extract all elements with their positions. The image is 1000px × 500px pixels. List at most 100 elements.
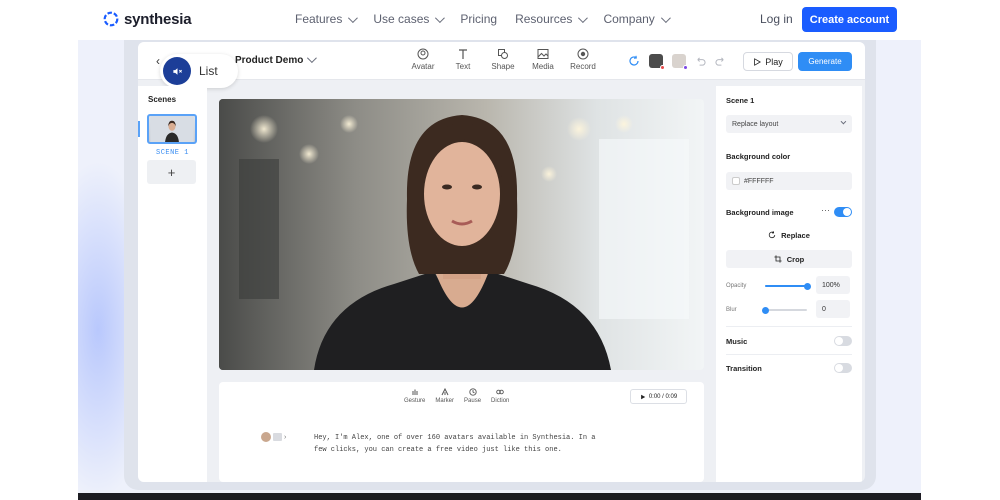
nav-link-label: Resources [515, 12, 573, 26]
tool-diction[interactable]: Diction [491, 388, 509, 404]
opacity-slider[interactable] [765, 282, 811, 290]
background-color-field[interactable]: #FFFFFF [726, 172, 852, 190]
chevron-down-icon [435, 12, 446, 23]
nav-use-cases[interactable]: Use cases [373, 12, 446, 26]
blur-slider[interactable] [761, 306, 807, 314]
play-icon [754, 57, 762, 66]
background-image-toggle[interactable] [834, 207, 852, 217]
sync-icon[interactable] [628, 55, 640, 67]
divider [726, 326, 852, 327]
tool-record[interactable]: Record [570, 48, 596, 71]
language-flag-icon [273, 433, 282, 441]
play-label: Play [765, 56, 783, 67]
editor-toolbar: Avatar Text Shape Media Record [410, 48, 596, 71]
nav-link-label: Features [295, 12, 343, 26]
hero-section: ‹ Product Demo Avatar Text Shape Media R… [78, 40, 921, 500]
brand-logo[interactable]: synthesia [102, 10, 192, 28]
tool-label: Marker [435, 398, 455, 404]
tool-label: Shape [491, 62, 515, 71]
mute-label: List [199, 64, 218, 78]
add-scene-button[interactable]: + [147, 160, 196, 184]
opacity-input[interactable]: 100% [816, 276, 850, 294]
avatar [261, 432, 271, 442]
nav-company[interactable]: Company [603, 12, 671, 26]
avatar-icon [417, 48, 429, 60]
tool-text[interactable]: Text [450, 48, 476, 71]
status-dot [683, 65, 688, 70]
tool-label: Pause [464, 398, 482, 404]
script-avatar-selector[interactable]: › [261, 432, 286, 442]
crop-button[interactable]: Crop [726, 250, 852, 268]
tool-gesture[interactable]: Gesture [404, 388, 425, 404]
status-dot [660, 65, 665, 70]
transition-toggle[interactable] [834, 363, 852, 373]
avatar-video-image [219, 99, 704, 370]
pause-clock-icon [468, 388, 477, 396]
login-link[interactable]: Log in [760, 12, 793, 26]
tool-shape[interactable]: Shape [490, 48, 516, 71]
more-options-icon[interactable]: ··· [821, 205, 830, 215]
scenes-panel: Scenes SCENE 1 + [138, 86, 207, 482]
timer-text: 0:00 / 0:09 [648, 393, 678, 400]
refresh-icon [768, 231, 776, 239]
text-icon [459, 49, 467, 59]
slider-handle[interactable] [761, 306, 769, 314]
brand-name: synthesia [124, 10, 192, 28]
script-text[interactable]: Hey, I'm Alex, one of over 160 avatars a… [314, 432, 604, 456]
shape-icon [498, 49, 508, 59]
nav-links: Features Use cases Pricing Resources Com… [295, 12, 671, 26]
script-play-timer[interactable]: 0:00 / 0:09 [630, 389, 687, 404]
chevron-right-icon: › [284, 433, 287, 441]
create-account-button[interactable]: Create account [802, 7, 897, 32]
record-icon [577, 48, 589, 60]
media-icon [537, 49, 549, 59]
chevron-down-icon[interactable] [306, 53, 317, 64]
blur-input[interactable]: 0 [816, 300, 850, 318]
layout-select[interactable]: Replace layout [726, 115, 852, 133]
tool-label: Gesture [404, 398, 426, 404]
script-editor: Gesture Marker Pause Diction 0:00 / 0:09 [219, 382, 704, 482]
tool-label: Avatar [411, 62, 435, 71]
nav-features[interactable]: Features [295, 12, 359, 26]
redo-icon[interactable] [715, 56, 726, 67]
scene-thumbnail[interactable] [147, 114, 197, 144]
collaborator-avatar[interactable] [649, 54, 665, 70]
music-toggle[interactable] [834, 336, 852, 346]
opacity-label: Opacity [726, 283, 747, 289]
avatar-thumbnail-image [150, 116, 194, 142]
editor-app: ‹ Product Demo Avatar Text Shape Media R… [138, 42, 865, 482]
layout-select-value: Replace layout [732, 120, 779, 128]
gesture-icon [412, 389, 418, 395]
nav-link-label: Use cases [373, 12, 430, 26]
slider-handle[interactable] [803, 282, 811, 290]
tool-marker[interactable]: Marker [435, 388, 454, 404]
crop-icon [774, 255, 782, 263]
nav-pricing[interactable]: Pricing [460, 12, 497, 26]
properties-panel: Scene 1 Replace layout Background color … [716, 86, 862, 482]
chevron-down-icon [348, 12, 359, 23]
nav-resources[interactable]: Resources [515, 12, 589, 26]
synthesia-logo-icon [103, 11, 119, 27]
undo-icon[interactable] [695, 56, 706, 67]
chevron-down-icon [578, 12, 589, 23]
scene-title: Scene 1 [726, 96, 755, 105]
generate-button[interactable]: Generate [798, 52, 852, 71]
project-title[interactable]: Product Demo [235, 55, 303, 66]
collaborator-avatar[interactable] [672, 54, 688, 70]
tool-label: Text [455, 62, 471, 71]
video-preview[interactable] [219, 99, 704, 370]
music-label: Music [726, 337, 748, 346]
diction-icon [496, 389, 504, 395]
replace-label: Replace [781, 230, 810, 240]
play-button[interactable]: Play [743, 52, 793, 71]
back-arrow-icon[interactable]: ‹ [156, 54, 160, 68]
tool-pause[interactable]: Pause [464, 388, 481, 404]
crop-label: Crop [786, 254, 805, 264]
tool-media[interactable]: Media [530, 48, 556, 71]
blur-label: Blur [726, 307, 737, 313]
tool-avatar[interactable]: Avatar [410, 48, 436, 71]
tool-label: Record [570, 62, 596, 71]
replace-button[interactable]: Replace [726, 226, 852, 244]
mute-toggle[interactable]: List [160, 54, 238, 88]
color-swatch[interactable] [732, 177, 740, 185]
